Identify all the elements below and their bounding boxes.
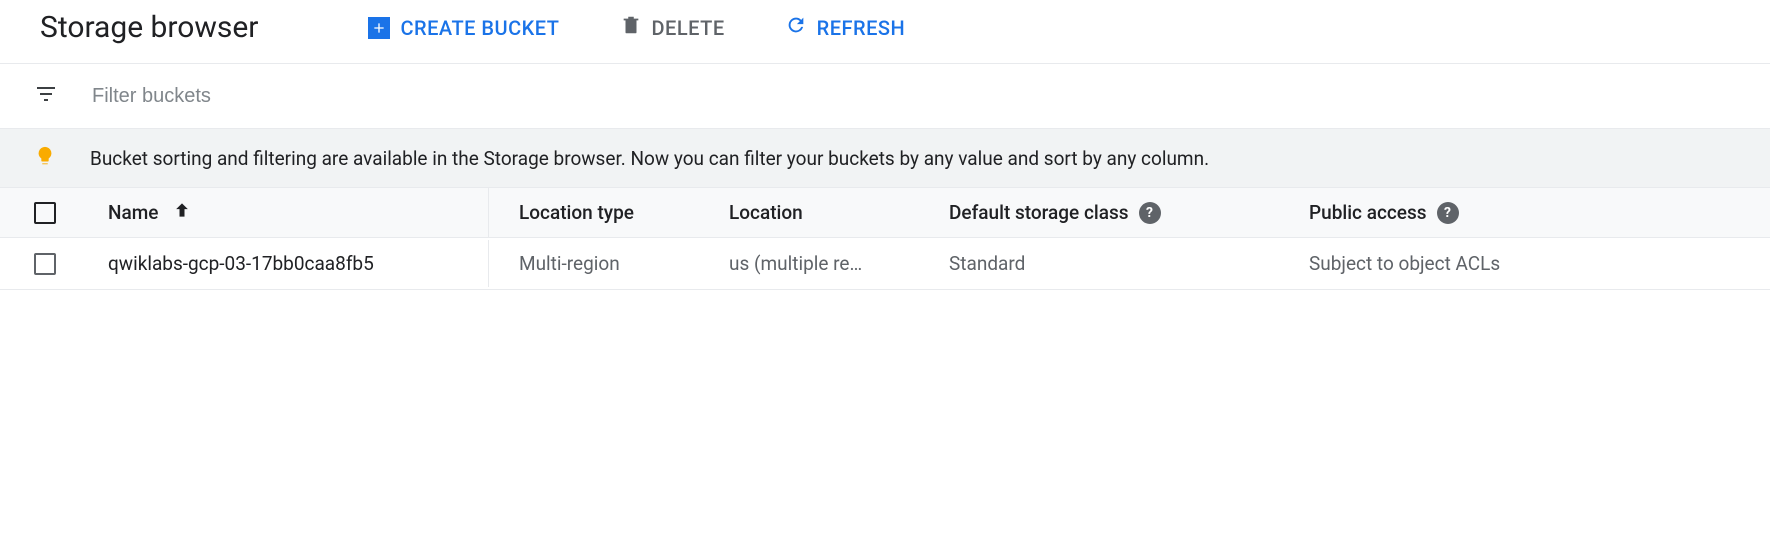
delete-label: DELETE — [652, 16, 725, 40]
column-header-storage-class[interactable]: Default storage class ? — [949, 201, 1309, 224]
table-header-row: Name Location type Location Default stor… — [0, 188, 1770, 238]
table-row[interactable]: qwiklabs-gcp-03-17bb0caa8fb5 Multi-regio… — [0, 238, 1770, 290]
bucket-name-cell[interactable]: qwiklabs-gcp-03-17bb0caa8fb5 — [108, 252, 488, 275]
column-header-location[interactable]: Location — [729, 201, 949, 224]
column-header-name[interactable]: Name — [108, 200, 488, 225]
lightbulb-icon — [34, 145, 56, 171]
select-all-checkbox[interactable] — [34, 202, 56, 224]
create-bucket-label: CREATE BUCKET — [400, 16, 559, 40]
row-checkbox[interactable] — [34, 253, 56, 275]
notice-text: Bucket sorting and filtering are availab… — [90, 147, 1209, 170]
plus-icon — [368, 17, 390, 39]
location-cell: us (multiple re… — [729, 252, 949, 275]
public-access-cell: Subject to object ACLs — [1309, 252, 1770, 275]
column-header-location-type[interactable]: Location type — [489, 201, 729, 224]
storage-class-cell: Standard — [949, 252, 1309, 275]
trash-icon — [620, 14, 642, 41]
refresh-button[interactable]: REFRESH — [785, 14, 906, 41]
page-title: Storage browser — [40, 10, 258, 45]
column-header-public-access[interactable]: Public access ? — [1309, 201, 1770, 224]
header-storage-class-label: Default storage class — [949, 201, 1129, 224]
header-public-access-label: Public access — [1309, 201, 1427, 224]
filter-icon[interactable] — [34, 82, 58, 110]
help-icon[interactable]: ? — [1139, 202, 1161, 224]
arrow-up-icon — [172, 200, 192, 225]
filter-input[interactable] — [92, 85, 1730, 108]
help-icon[interactable]: ? — [1437, 202, 1459, 224]
create-bucket-button[interactable]: CREATE BUCKET — [368, 16, 559, 40]
notice-bar: Bucket sorting and filtering are availab… — [0, 128, 1770, 188]
refresh-icon — [785, 14, 807, 41]
refresh-label: REFRESH — [817, 16, 906, 40]
location-type-cell: Multi-region — [489, 252, 729, 275]
header-name-label: Name — [108, 201, 158, 224]
delete-button[interactable]: DELETE — [620, 14, 725, 41]
